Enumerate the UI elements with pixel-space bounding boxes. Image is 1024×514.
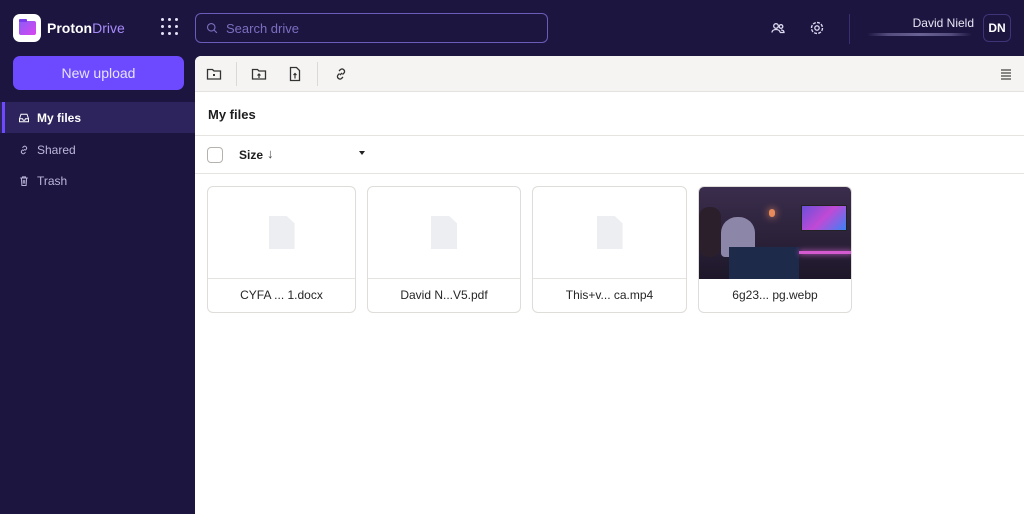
title-row: My files (195, 92, 1024, 136)
main-content: My files Size ↓ CYFA ... 1.docx David N.… (195, 56, 1024, 514)
file-name: 6g23... pg.webp (732, 288, 818, 302)
proton-drive-logo[interactable]: ProtonDrive (13, 14, 125, 42)
file-card[interactable]: CYFA ... 1.docx (207, 186, 356, 313)
toolbar-separator (317, 62, 318, 86)
search-box[interactable] (195, 13, 548, 43)
sort-dropdown-caret-icon[interactable] (359, 151, 365, 155)
sidebar-item-my-files[interactable]: My files (0, 102, 195, 133)
sort-descending-icon[interactable]: ↓ (267, 146, 274, 161)
apps-grid-icon[interactable] (161, 18, 179, 36)
header-divider (849, 14, 850, 44)
inbox-icon (19, 113, 29, 122)
user-avatar[interactable]: DN (983, 14, 1011, 42)
new-folder-icon[interactable] (206, 66, 222, 82)
search-icon (206, 22, 218, 34)
file-thumbnail (208, 187, 355, 279)
image-thumbnail (699, 187, 851, 279)
list-view-icon[interactable] (998, 66, 1014, 82)
file-card[interactable]: 6g23... pg.webp (698, 186, 852, 313)
sidebar-item-trash[interactable]: Trash (0, 165, 195, 196)
sort-by-size[interactable]: Size (239, 148, 263, 162)
file-placeholder-icon (268, 216, 295, 249)
logo-text: ProtonDrive (47, 20, 125, 36)
file-name: This+v... ca.mp4 (565, 288, 654, 302)
page-title: My files (208, 107, 256, 122)
sidebar-item-label: Trash (37, 173, 68, 188)
user-email-blurred (867, 33, 972, 36)
file-card[interactable]: This+v... ca.mp4 (532, 186, 687, 313)
contacts-icon[interactable] (770, 20, 786, 36)
select-all-checkbox[interactable] (207, 147, 223, 163)
file-thumbnail (533, 187, 686, 279)
file-placeholder-icon (431, 216, 457, 249)
file-placeholder-icon (596, 216, 623, 249)
sidebar: New upload My files Shared Trash (0, 56, 195, 514)
file-thumbnail (368, 187, 520, 279)
sort-row: Size ↓ (195, 136, 1024, 174)
drive-logo-icon (13, 14, 41, 42)
trash-icon (20, 175, 28, 186)
new-upload-button[interactable]: New upload (13, 56, 184, 90)
file-name: CYFA ... 1.docx (240, 288, 323, 302)
toolbar-separator (236, 62, 237, 86)
link-icon (20, 145, 28, 154)
get-link-icon[interactable] (333, 66, 349, 82)
file-name: David N...V5.pdf (400, 288, 488, 302)
file-card[interactable]: David N...V5.pdf (367, 186, 521, 313)
upload-file-icon[interactable] (287, 66, 303, 82)
settings-gear-icon[interactable] (809, 20, 825, 36)
top-header: ProtonDrive David Nield DN (0, 0, 1024, 56)
user-name: David Nield (912, 16, 974, 30)
search-input[interactable] (226, 20, 526, 36)
toolbar (195, 56, 1024, 92)
photo-preview (699, 187, 851, 279)
sidebar-item-label: My files (37, 110, 82, 125)
sidebar-item-label: Shared (37, 142, 76, 157)
sidebar-item-shared[interactable]: Shared (0, 134, 195, 165)
upload-folder-icon[interactable] (251, 66, 267, 82)
